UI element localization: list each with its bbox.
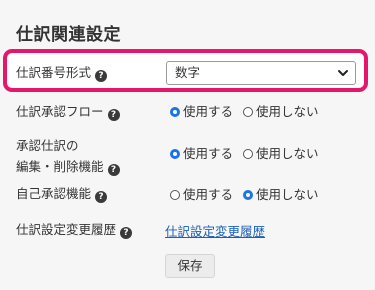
- self-approval-option-use[interactable]: 使用する: [170, 187, 233, 203]
- edit-delete-option-not-use-label: 使用しない: [256, 146, 319, 161]
- settings-panel: 仕訳関連設定 仕訳番号形式? 数字 仕訳承認フロー? 使用する 使用しない 承認…: [0, 0, 375, 290]
- journal-number-format-value: 数字: [175, 65, 201, 80]
- page-title: 仕訳関連設定: [16, 25, 121, 45]
- radio-checked[interactable]: [170, 107, 180, 117]
- change-history-label-text: 仕訳設定変更履歴: [16, 222, 117, 237]
- approval-flow-option-use[interactable]: 使用する: [170, 104, 233, 120]
- radio-checked[interactable]: [243, 190, 253, 200]
- chevron-down-icon: [338, 70, 348, 76]
- question-circle-icon[interactable]: ?: [107, 109, 120, 121]
- approval-flow-option-not-use-label: 使用しない: [256, 104, 319, 119]
- save-button[interactable]: 保存: [165, 254, 215, 278]
- edit-delete-label-line2: 編集・削除機能: [16, 159, 104, 174]
- question-circle-icon[interactable]: ?: [95, 70, 108, 82]
- edit-delete-option-use[interactable]: 使用する: [170, 146, 233, 162]
- approval-flow-label: 仕訳承認フロー?: [16, 101, 120, 122]
- self-approval-label: 自己承認機能?: [16, 183, 108, 204]
- edit-delete-label-line1: 承認仕訳の: [16, 138, 79, 153]
- approval-flow-label-text: 仕訳承認フロー: [16, 104, 104, 119]
- approval-flow-option-use-label: 使用する: [183, 104, 234, 119]
- edit-delete-option-not-use[interactable]: 使用しない: [243, 146, 319, 162]
- radio-unchecked[interactable]: [243, 107, 253, 117]
- self-approval-option-not-use[interactable]: 使用しない: [243, 187, 319, 203]
- self-approval-option-use-label: 使用する: [183, 187, 234, 202]
- change-history-label: 仕訳設定変更履歴?: [16, 219, 133, 240]
- approval-flow-radio-group: 使用する 使用しない: [170, 104, 325, 120]
- approval-flow-option-not-use[interactable]: 使用しない: [243, 104, 319, 120]
- question-circle-icon[interactable]: ?: [120, 227, 133, 239]
- radio-unchecked[interactable]: [170, 190, 180, 200]
- journal-number-format-label: 仕訳番号形式?: [16, 62, 108, 83]
- self-approval-option-not-use-label: 使用しない: [256, 187, 319, 202]
- question-circle-icon[interactable]: ?: [95, 191, 108, 203]
- journal-number-format-select[interactable]: 数字: [166, 61, 356, 85]
- change-history-link[interactable]: 仕訳設定変更履歴: [165, 221, 265, 240]
- radio-unchecked[interactable]: [243, 149, 253, 159]
- edit-delete-label: 承認仕訳の 編集・削除機能?: [16, 135, 120, 177]
- journal-number-format-label-text: 仕訳番号形式: [16, 65, 92, 80]
- self-approval-label-text: 自己承認機能: [16, 186, 92, 201]
- self-approval-radio-group: 使用する 使用しない: [170, 187, 325, 203]
- question-circle-icon[interactable]: ?: [107, 164, 120, 176]
- radio-checked[interactable]: [170, 149, 180, 159]
- edit-delete-option-use-label: 使用する: [183, 146, 234, 161]
- edit-delete-radio-group: 使用する 使用しない: [170, 146, 325, 162]
